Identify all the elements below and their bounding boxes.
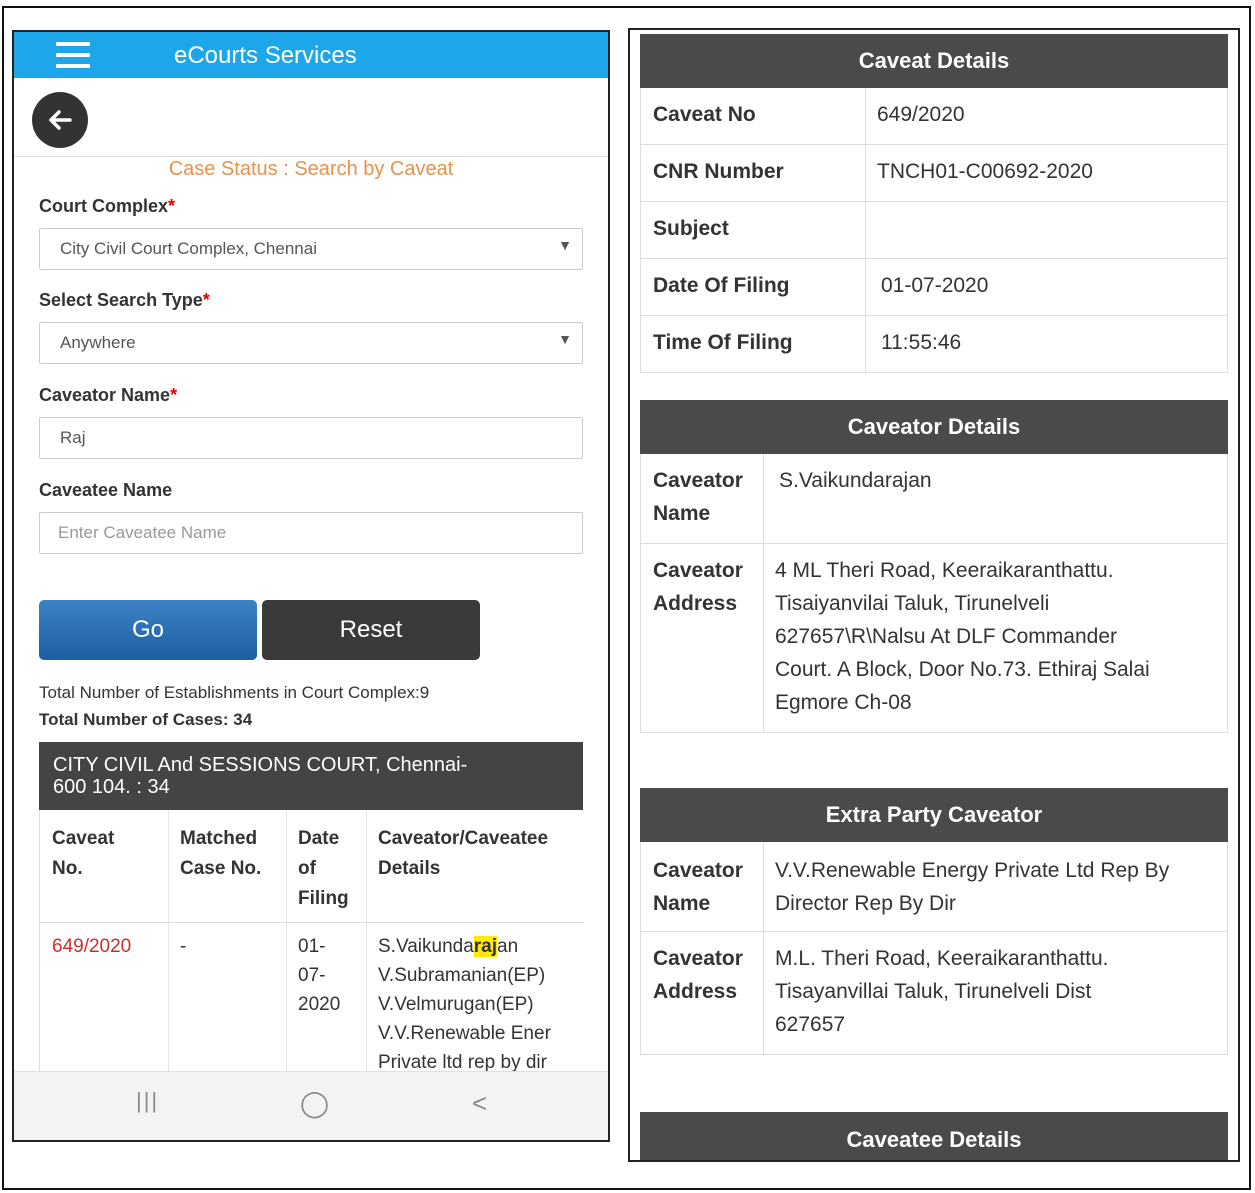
header-caveator-details: Caveator/Caveatee Details	[378, 828, 549, 879]
app-title: eCourts Services	[174, 42, 357, 69]
table-row: Caveator Name V.V.Renewable Energy Privat…	[641, 842, 1227, 932]
court-header-line: 600 104. : 34	[53, 776, 170, 798]
caveat-details-table: Caveat No 649/2020 CNR Number TNCH01-C0069…	[640, 88, 1228, 373]
caveatee-name-input[interactable]: Enter Caveatee Name	[39, 512, 583, 554]
arrow-left-icon	[49, 110, 72, 130]
court-complex-select[interactable]: City Civil Court Complex, Chennai ▼	[39, 228, 583, 270]
header-date-of-filing: Date of Filing	[298, 828, 349, 909]
back-nav-icon[interactable]: <	[472, 1088, 487, 1119]
caveator-details-table: Caveator Name S.Vaikundarajan Caveator Add…	[640, 454, 1228, 733]
dropdown-caret-icon: ▼	[558, 237, 572, 253]
caveatee-details-header: Caveatee Details	[640, 1112, 1228, 1160]
total-cases-text: Total Number of Cases: 34	[39, 710, 253, 729]
table-row: Caveat No 649/2020	[641, 88, 1227, 145]
table-row: Caveator Name S.Vaikundarajan	[641, 454, 1227, 544]
table-row: Date Of Filing 01-07-2020	[641, 259, 1227, 316]
caveator-name-input[interactable]: Raj	[39, 417, 583, 459]
back-arrow-button[interactable]	[32, 92, 88, 148]
filing-date-value: 01- 07- 2020	[298, 936, 341, 1015]
extra-party-header: Extra Party Caveator	[640, 788, 1228, 842]
caveatee-name-label: Caveatee Name	[39, 480, 173, 500]
recent-apps-icon[interactable]: |||	[136, 1088, 159, 1114]
search-type-label: Select Search Type*	[39, 290, 210, 310]
android-nav-bar: ||| ◯ <	[14, 1071, 608, 1140]
court-section-header: CITY CIVIL And SESSIONS COURT, Chennai- …	[39, 742, 583, 810]
app-header: eCourts Services	[14, 32, 608, 78]
caveator-details-header: Caveator Details	[640, 400, 1228, 454]
table-row: CNR Number TNCH01-C00692-2020	[641, 145, 1227, 202]
caveator-name-label: Caveator Name*	[39, 385, 178, 405]
results-table: Caveat No. Matched Case No. Date of Filing C…	[39, 810, 584, 1080]
case-details-panel: Caveat Details Caveat No 649/2020 CNR Num…	[628, 28, 1240, 1162]
court-header-line: CITY CIVIL And SESSIONS COURT, Chennai-	[53, 754, 468, 776]
matched-case-value: -	[180, 936, 187, 957]
caveator-details-value: S.Vaikundarajan V.Subramanian(EP) V.Velm…	[378, 936, 551, 1073]
page-heading: Case Status : Search by Caveat	[168, 158, 454, 180]
phone-screen: eCourts Services Case Status : Search by…	[12, 30, 610, 1142]
table-row: Caveator Address M.L. Theri Road, Keeraik…	[641, 932, 1227, 1055]
search-type-select[interactable]: Anywhere ▼	[39, 322, 583, 364]
table-row: Subject	[641, 202, 1227, 259]
court-complex-label: Court Complex*	[39, 196, 176, 216]
table-row: Caveator Address 4 ML Theri Road, Keeraik…	[641, 544, 1227, 733]
search-highlight: raj	[473, 936, 498, 957]
home-icon[interactable]: ◯	[300, 1088, 329, 1119]
hamburger-menu-icon[interactable]	[56, 42, 90, 68]
caveat-details-header: Caveat Details	[640, 34, 1228, 88]
dropdown-caret-icon: ▼	[558, 331, 572, 347]
table-row: Time Of Filing 11:55:46	[641, 316, 1227, 373]
total-establishments-text: Total Number of Establishments in Court …	[39, 683, 430, 702]
header-caveat-no: Caveat No.	[52, 828, 115, 879]
go-button[interactable]: Go	[39, 600, 257, 660]
divider	[14, 156, 608, 157]
extra-party-table: Caveator Name V.V.Renewable Energy Privat…	[640, 842, 1228, 1055]
header-matched-case: Matched Case No.	[180, 828, 262, 879]
caveat-number-link[interactable]: 649/2020	[52, 932, 131, 961]
reset-button[interactable]: Reset	[262, 600, 480, 660]
